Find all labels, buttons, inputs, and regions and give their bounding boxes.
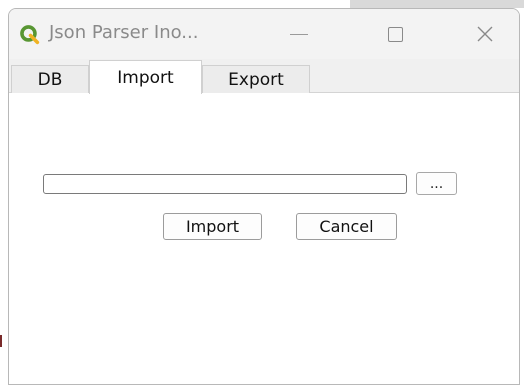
- background-artifact: [0, 335, 2, 347]
- tab-export-label: Export: [228, 69, 284, 90]
- browse-button-label: ...: [429, 175, 444, 192]
- tab-db[interactable]: DB: [11, 65, 89, 93]
- window-title: Json Parser Ino...: [49, 22, 199, 43]
- maximize-icon: [387, 26, 403, 42]
- background-window-edge: [350, 0, 524, 8]
- import-panel: ... Import Cancel: [9, 93, 519, 384]
- minimize-button[interactable]: [264, 9, 334, 59]
- import-button[interactable]: Import: [163, 213, 262, 240]
- title-bar[interactable]: Json Parser Ino...: [9, 9, 519, 59]
- browse-button[interactable]: ...: [416, 172, 457, 195]
- background-strip: [0, 0, 524, 8]
- tab-export[interactable]: Export: [202, 65, 310, 93]
- import-button-label: Import: [185, 217, 240, 236]
- qgis-logo-icon: [20, 25, 40, 45]
- tab-import-label: Import: [117, 67, 174, 88]
- close-icon: [477, 26, 493, 42]
- minimize-icon: [290, 33, 308, 35]
- dialog-window: Json Parser Ino... DB Import Export ... …: [8, 8, 520, 385]
- tab-import[interactable]: Import: [89, 60, 202, 94]
- maximize-button[interactable]: [360, 9, 430, 59]
- tab-db-label: DB: [37, 69, 63, 90]
- cancel-button[interactable]: Cancel: [296, 213, 397, 240]
- close-button[interactable]: [450, 9, 519, 59]
- cancel-button-label: Cancel: [319, 217, 374, 236]
- file-path-input[interactable]: [43, 174, 407, 194]
